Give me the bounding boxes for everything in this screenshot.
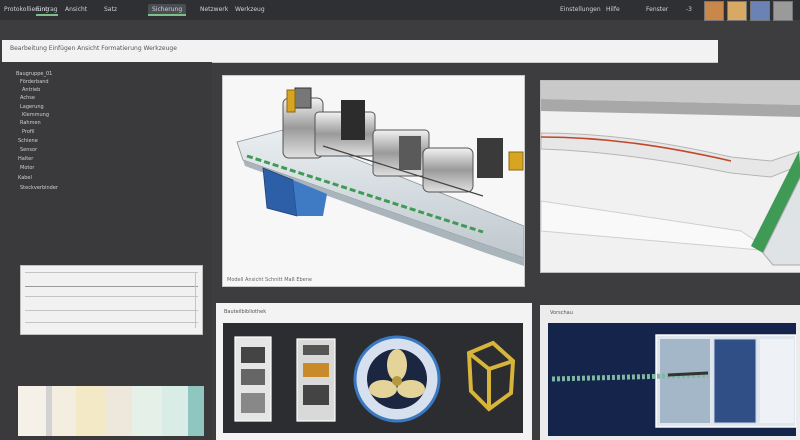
swatch[interactable]	[132, 386, 162, 436]
tree-item[interactable]: Achse	[20, 95, 35, 101]
preview-model	[551, 334, 797, 428]
fan-component-thumb	[353, 335, 441, 423]
bracket-component-thumb	[466, 340, 516, 412]
tree-item[interactable]: Motor	[20, 165, 34, 171]
component-library-panel: Bauteilbibliothek	[216, 303, 532, 440]
command-bar[interactable]: Bearbeitung Einfügen Ansicht Formatierun…	[2, 40, 718, 63]
material-icon[interactable]	[727, 1, 747, 21]
tab-1[interactable]: Eintrag	[36, 4, 58, 16]
tree-item[interactable]: Klemmung	[22, 112, 49, 118]
tree-item[interactable]: Profil	[22, 129, 34, 135]
tree-item[interactable]: Halter	[18, 156, 33, 162]
viewport-status-bar: Modell Ansicht Schnitt Maß Ebene	[227, 277, 312, 283]
window-number: -3	[686, 6, 692, 13]
assembly-model	[236, 87, 525, 266]
tree-item[interactable]: Steckverbinder	[20, 185, 58, 191]
swatch[interactable]	[162, 386, 188, 436]
command-bar-text: Bearbeitung Einfügen Ansicht Formatierun…	[10, 45, 177, 52]
tree-item[interactable]: Sensor	[20, 147, 37, 153]
swatch[interactable]	[106, 386, 132, 436]
tree-item[interactable]: Kabel	[18, 175, 32, 181]
tab-6[interactable]: Werkzeug	[235, 4, 265, 16]
component-thumb-2	[296, 338, 336, 422]
material-swatches[interactable]	[18, 386, 204, 436]
tree-item[interactable]: Schiene	[18, 138, 38, 144]
tab-5[interactable]: Netzwerk	[200, 4, 228, 16]
library-grid	[223, 323, 523, 433]
tree-item[interactable]: Rahmen	[20, 120, 41, 126]
preview-viewport[interactable]	[548, 323, 797, 436]
tab-3[interactable]: Satz	[104, 4, 117, 16]
menu-settings[interactable]: Einstellungen	[560, 4, 601, 16]
tree-item[interactable]: Lagerung	[20, 104, 44, 110]
library-thumbnails	[234, 335, 516, 423]
view-cube-icon[interactable]	[750, 1, 770, 21]
menu-help[interactable]: Hilfe	[606, 4, 620, 16]
preview-panel: Vorschau	[540, 305, 800, 440]
panel-header: Vorschau	[550, 310, 573, 316]
component-thumb-1	[234, 336, 272, 422]
tab-2[interactable]: Ansicht	[65, 4, 87, 16]
tree-item[interactable]: Förderband	[20, 79, 49, 85]
rail-detail-model	[540, 81, 800, 266]
properties-table	[20, 265, 203, 335]
panel-header: Bauteilbibliothek	[224, 309, 267, 315]
tree-item[interactable]: Baugruppe_01	[16, 71, 52, 77]
swatch[interactable]	[52, 386, 76, 436]
render-icon[interactable]	[704, 1, 724, 21]
main-3d-viewport[interactable]: Modell Ansicht Schnitt Maß Ebene	[222, 75, 525, 287]
model-tree-panel: Baugruppe_01 Förderband Antrieb Achse La…	[0, 62, 212, 440]
menu-window[interactable]: Fenster	[646, 4, 668, 16]
title-bar: Protokollierung Eintrag Ansicht Satz Sic…	[0, 0, 800, 21]
detail-viewport[interactable]	[540, 80, 800, 273]
swatch[interactable]	[76, 386, 106, 436]
swatch[interactable]	[188, 386, 204, 436]
settings-icon[interactable]	[773, 1, 793, 21]
tab-4[interactable]: Sicherung	[148, 4, 187, 16]
tree-item[interactable]: Antrieb	[22, 87, 40, 93]
swatch[interactable]	[18, 386, 46, 436]
